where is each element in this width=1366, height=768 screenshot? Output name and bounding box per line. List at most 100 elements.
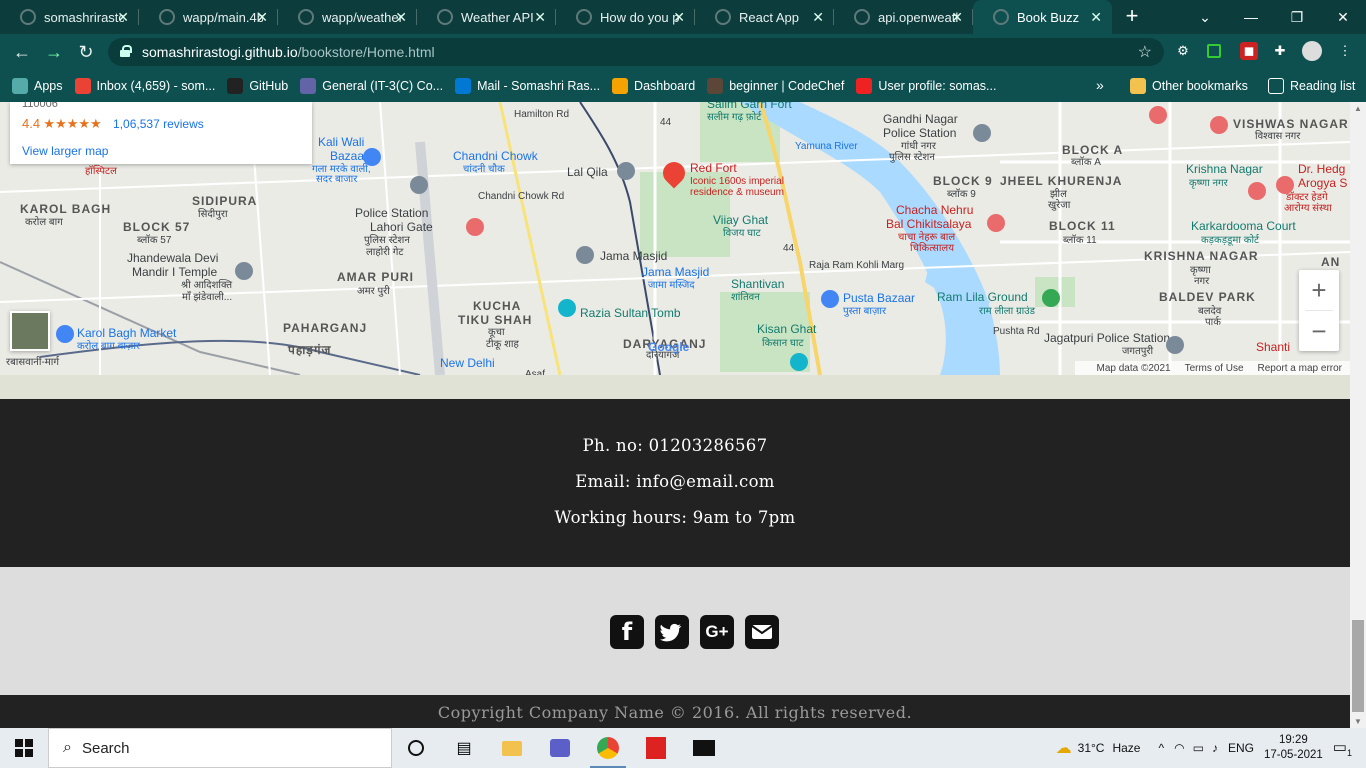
scrollbar-thumb[interactable]	[1352, 620, 1364, 712]
weather-desc[interactable]: Haze	[1112, 741, 1140, 755]
envelope-icon[interactable]	[745, 615, 779, 649]
weather-temp[interactable]: 31°C	[1078, 741, 1105, 755]
transit-icon[interactable]	[617, 162, 635, 180]
temple-icon[interactable]	[235, 262, 253, 280]
lock-icon[interactable]	[120, 45, 132, 57]
terminal-icon[interactable]	[680, 728, 728, 768]
clock[interactable]: 19:29 17-05-2021	[1264, 733, 1323, 763]
bookmark-item[interactable]: Inbox (4,659) - som...	[74, 78, 215, 94]
extension-green-icon[interactable]	[1207, 44, 1221, 58]
chevron-up-icon[interactable]: ^	[1158, 741, 1164, 755]
zoom-in-button[interactable]: +	[1299, 270, 1339, 310]
reading-list[interactable]: Reading list	[1268, 78, 1355, 94]
tab-close-icon[interactable]: ✕	[951, 9, 963, 26]
bookmark-item[interactable]: beginner | CodeChef	[707, 78, 844, 94]
file-explorer-icon[interactable]	[488, 728, 536, 768]
bookmark-item[interactable]: General (IT-3(C) Co...	[300, 78, 443, 94]
browser-tab[interactable]: wapp/weather ✕	[278, 0, 417, 34]
mosque-icon[interactable]	[576, 246, 594, 264]
google-logo[interactable]: Google	[648, 341, 689, 354]
browser-tab[interactable]: How do you p ✕	[556, 0, 695, 34]
hospital-icon[interactable]	[1149, 106, 1167, 124]
tab-close-icon[interactable]: ✕	[812, 9, 824, 26]
wifi-icon[interactable]: ◠	[1174, 741, 1184, 755]
tab-close-icon[interactable]: ✕	[395, 9, 407, 26]
bookmark-item[interactable]: Mail - Somashri Ras...	[455, 78, 600, 94]
map-place-label: Bal Chikitsalaya	[886, 217, 972, 231]
report-error-link[interactable]: Report a map error	[1258, 363, 1342, 374]
map-place-label: Kali Wali	[318, 135, 365, 149]
page-scrollbar[interactable]: ▲ ▼	[1350, 102, 1366, 728]
landmark-icon[interactable]	[790, 353, 808, 371]
facebook-icon[interactable]: f	[610, 615, 644, 649]
battery-icon[interactable]: ▭	[1193, 741, 1204, 755]
chrome-icon[interactable]	[584, 728, 632, 768]
cortana-icon[interactable]	[392, 728, 440, 768]
windows-start-icon[interactable]	[0, 728, 48, 768]
back-icon[interactable]: ←	[6, 36, 38, 68]
scroll-down-icon[interactable]: ▼	[1354, 717, 1362, 726]
browser-tab[interactable]: React App ✕	[695, 0, 834, 34]
avatar[interactable]	[1302, 41, 1322, 61]
shopping-icon[interactable]	[821, 290, 839, 308]
notification-icon[interactable]: ▭1	[1333, 738, 1352, 758]
google-plus-icon[interactable]: G+	[700, 615, 734, 649]
hospital-icon[interactable]	[466, 218, 484, 236]
scroll-up-icon[interactable]: ▲	[1354, 104, 1362, 113]
view-larger-map-link[interactable]: View larger map	[22, 144, 300, 158]
bookmark-star-icon[interactable]: ☆	[1138, 42, 1152, 62]
pdf-app-icon[interactable]	[632, 728, 680, 768]
task-view-icon[interactable]: ▤	[440, 728, 488, 768]
police-icon[interactable]	[973, 124, 991, 142]
new-tab-button[interactable]: +	[1112, 0, 1152, 34]
google-map[interactable]: Salim Garh Fort सलीम गढ़ फ़ोर्ट Hamilton R…	[0, 102, 1350, 375]
menu-icon[interactable]: ⋮	[1336, 42, 1354, 60]
extension-icon[interactable]: ⚙	[1174, 42, 1192, 60]
park-icon[interactable]	[1042, 289, 1060, 307]
weather-icon[interactable]: ☁	[1056, 738, 1072, 758]
forward-icon[interactable]: →	[38, 36, 70, 68]
police-icon[interactable]	[1166, 336, 1184, 354]
extension-red-icon[interactable]: ◼	[1240, 42, 1258, 60]
restore-icon[interactable]: ❐	[1274, 9, 1320, 26]
hospital-icon[interactable]	[1248, 182, 1266, 200]
browser-tab[interactable]: api.openweath ✕	[834, 0, 973, 34]
bookmark-item[interactable]: Apps	[12, 78, 63, 94]
volume-icon[interactable]: ♪	[1212, 741, 1218, 755]
browser-tab[interactable]: Book Buzz ✕	[973, 0, 1112, 34]
landmark-icon[interactable]	[558, 299, 576, 317]
bookmark-item[interactable]: GitHub	[227, 78, 288, 94]
minimize-icon[interactable]: —	[1228, 9, 1274, 25]
hospital-icon[interactable]	[1210, 116, 1228, 134]
more-bookmarks-icon[interactable]: »	[1096, 77, 1104, 93]
browser-tab[interactable]: wapp/main.4b ✕	[139, 0, 278, 34]
shopping-icon[interactable]	[56, 325, 74, 343]
tab-close-icon[interactable]: ✕	[534, 9, 546, 26]
browser-tab[interactable]: somashrirastogi✕	[0, 0, 139, 34]
bookmark-item[interactable]: User profile: somas...	[856, 78, 996, 94]
teams-icon[interactable]	[536, 728, 584, 768]
reviews-link[interactable]: 1,06,537 reviews	[113, 117, 204, 131]
other-bookmarks[interactable]: Other bookmarks	[1130, 78, 1248, 94]
puzzle-icon[interactable]: ✚	[1271, 42, 1289, 60]
zoom-out-button[interactable]: −	[1299, 311, 1339, 351]
hospital-icon[interactable]	[987, 214, 1005, 232]
language-indicator[interactable]: ENG	[1228, 741, 1254, 755]
tab-close-icon[interactable]: ✕	[117, 9, 129, 26]
bookmark-item[interactable]: Dashboard	[612, 78, 695, 94]
taskbar-search[interactable]: ⌕ Search	[48, 728, 392, 768]
tab-close-icon[interactable]: ✕	[1090, 9, 1102, 26]
tab-search-icon[interactable]: ⌄	[1182, 9, 1228, 26]
tab-close-icon[interactable]: ✕	[673, 9, 685, 26]
address-bar[interactable]: somashrirastogi.github.io/bookstore/Home…	[108, 38, 1164, 66]
twitter-icon[interactable]	[655, 615, 689, 649]
close-window-icon[interactable]: ✕	[1320, 9, 1366, 26]
reload-icon[interactable]: ↻	[70, 36, 102, 68]
browser-tab[interactable]: Weather API ✕	[417, 0, 556, 34]
satellite-toggle[interactable]	[10, 311, 50, 351]
tab-close-icon[interactable]: ✕	[256, 9, 268, 26]
police-icon[interactable]	[410, 176, 428, 194]
hospital-icon[interactable]	[1276, 176, 1294, 194]
terms-link[interactable]: Terms of Use	[1185, 363, 1244, 374]
shopping-icon[interactable]	[363, 148, 381, 166]
